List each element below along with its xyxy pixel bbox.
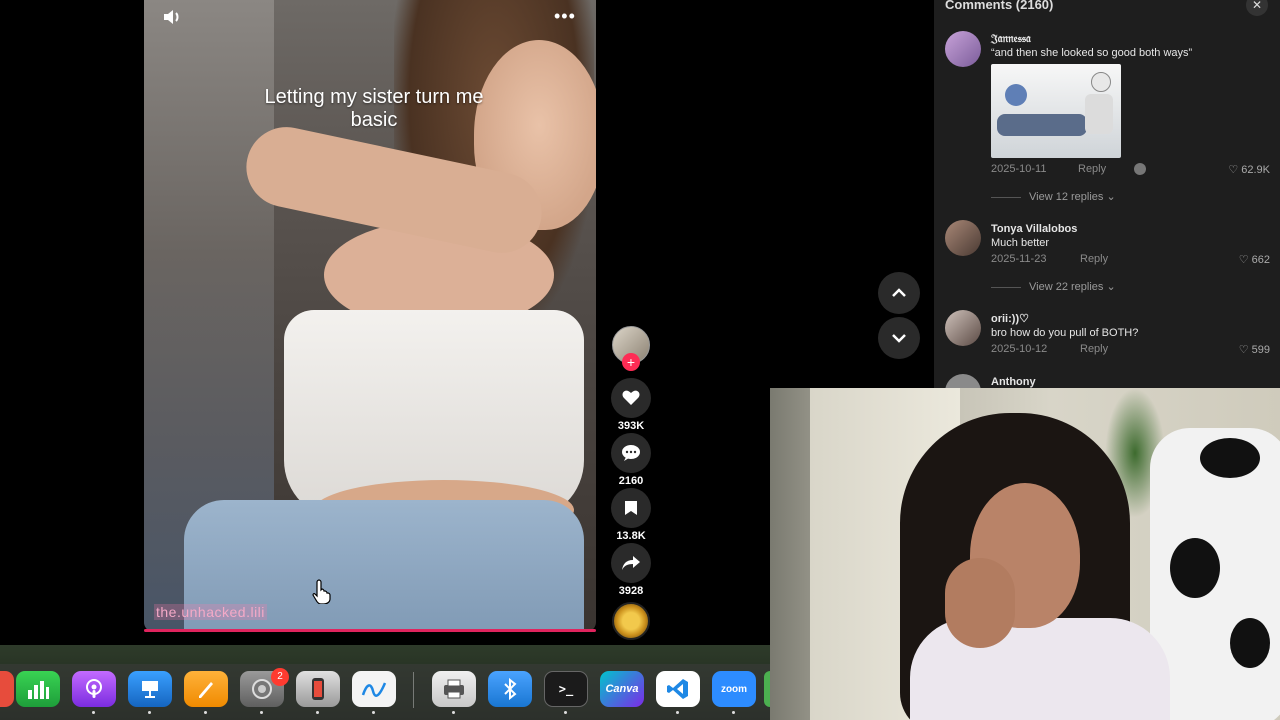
comment-like[interactable]: ♡ 662 xyxy=(1239,253,1270,266)
share-button[interactable] xyxy=(611,543,651,583)
running-indicator xyxy=(372,711,375,714)
share-arrow-icon xyxy=(622,556,640,570)
music-disc-icon[interactable] xyxy=(612,602,650,640)
notification-badge: 2 xyxy=(271,668,289,686)
dock-separator xyxy=(413,672,414,708)
close-comments-button[interactable]: ✕ xyxy=(1246,0,1268,16)
heart-outline-icon: ♡ xyxy=(1228,164,1242,176)
follow-plus-icon[interactable]: + xyxy=(622,353,640,371)
share-count: 3928 xyxy=(618,585,644,597)
save-count: 13.8K xyxy=(616,530,646,542)
running-indicator xyxy=(732,711,735,714)
dock-app-partial[interactable] xyxy=(0,671,14,707)
running-indicator xyxy=(316,711,319,714)
heart-outline-icon: ♡ xyxy=(1238,254,1252,266)
podcasts-app-icon[interactable] xyxy=(72,671,116,707)
heart-outline-icon: ♡ xyxy=(1238,344,1252,356)
video-progress-bar[interactable] xyxy=(144,629,596,632)
running-indicator xyxy=(452,711,455,714)
running-indicator xyxy=(92,711,95,714)
comments-title: Comments (2160) xyxy=(945,0,1054,12)
comment-like[interactable]: ♡ 599 xyxy=(1239,343,1270,356)
vscode-app-icon[interactable] xyxy=(656,671,700,707)
like-count: 393K xyxy=(617,420,645,432)
volume-icon[interactable] xyxy=(162,8,182,31)
comment-like[interactable]: ♡ 62.9K xyxy=(1228,163,1270,176)
screen: Letting my sister turn me basic the.unha… xyxy=(0,0,1280,720)
bluetooth-app-icon[interactable] xyxy=(488,671,532,707)
close-icon: ✕ xyxy=(1251,0,1263,12)
comment-text: Much better xyxy=(991,237,1050,249)
keynote-app-icon[interactable] xyxy=(128,671,172,707)
dock-app-partial-right[interactable] xyxy=(764,671,770,707)
chevron-down-icon: ⌄ xyxy=(1106,281,1116,293)
running-indicator xyxy=(260,711,263,714)
creator-liked-avatar xyxy=(1134,163,1146,175)
iphone-mirroring-icon[interactable] xyxy=(296,671,340,707)
terminal-app-icon[interactable]: >_ xyxy=(544,671,588,707)
avatar[interactable] xyxy=(945,31,981,67)
save-button[interactable] xyxy=(611,488,651,528)
running-indicator xyxy=(676,711,679,714)
zoom-app-icon[interactable]: zoom xyxy=(712,671,756,707)
pages-app-icon[interactable] xyxy=(184,671,228,707)
comment-username[interactable]: Tonya Villalobos xyxy=(991,223,1077,235)
creator-watermark: the.unhacked.lili xyxy=(154,604,267,620)
running-indicator xyxy=(204,711,207,714)
numbers-app-icon[interactable] xyxy=(16,671,60,707)
avatar[interactable] xyxy=(945,374,981,388)
avatar[interactable] xyxy=(945,220,981,256)
comment-username[interactable]: orii:))♡ xyxy=(991,312,1029,325)
comment-gif-image xyxy=(991,64,1121,158)
running-indicator xyxy=(148,711,151,714)
next-video-button[interactable] xyxy=(878,317,920,359)
reply-button[interactable]: Reply xyxy=(1078,163,1106,175)
running-indicator xyxy=(564,711,567,714)
comment-count: 2160 xyxy=(618,475,644,487)
comment-text: bro how do you pull of BOTH? xyxy=(991,327,1139,339)
comment-date: 2025-11-23 xyxy=(991,253,1047,265)
like-button[interactable] xyxy=(611,378,651,418)
canva-app-icon[interactable]: Canva xyxy=(600,671,644,707)
comment-button[interactable] xyxy=(611,433,651,473)
comment-date: 2025-10-11 xyxy=(991,163,1047,175)
printer-app-icon[interactable] xyxy=(432,671,476,707)
previous-video-button[interactable] xyxy=(878,272,920,314)
view-replies-button[interactable]: View 22 replies ⌄ xyxy=(991,280,1116,293)
reply-button[interactable]: Reply xyxy=(1080,253,1108,265)
webcam-feed xyxy=(770,388,1280,720)
comment-username[interactable]: Anthony xyxy=(991,376,1036,388)
comment-bubble-icon xyxy=(622,445,640,461)
avatar[interactable] xyxy=(945,310,981,346)
chevron-up-icon xyxy=(892,288,906,297)
chevron-down-icon xyxy=(892,334,906,343)
comment-date: 2025-10-12 xyxy=(991,343,1048,355)
heart-icon xyxy=(622,390,640,405)
view-replies-button[interactable]: View 12 replies ⌄ xyxy=(991,190,1116,203)
comment-username[interactable]: 𝔍𝔞𝔫𝔫𝔢𝔰𝔰𝔞 xyxy=(991,33,1031,46)
bookmark-icon xyxy=(625,501,637,515)
reply-button[interactable]: Reply xyxy=(1080,343,1108,355)
video-player[interactable]: Letting my sister turn me basic the.unha… xyxy=(144,0,596,632)
freeform-app-icon[interactable] xyxy=(352,671,396,707)
comment-text: “and then she looked so good both ways” xyxy=(991,47,1193,59)
comments-panel: Comments (2160) ✕ 𝔍𝔞𝔫𝔫𝔢𝔰𝔰𝔞 “and then she… xyxy=(934,0,1280,388)
more-options-icon[interactable]: ••• xyxy=(554,6,576,27)
video-caption: Letting my sister turn me basic xyxy=(264,86,484,131)
chevron-down-icon: ⌄ xyxy=(1106,191,1116,203)
hand-cursor-icon xyxy=(312,579,331,604)
